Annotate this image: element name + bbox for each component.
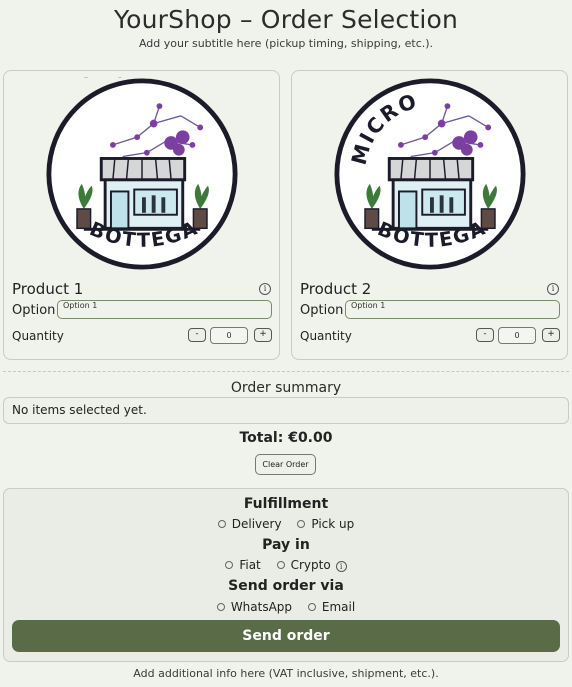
product-name: Product 1 [12,280,84,298]
order-total: Total: €0.00 [239,430,333,446]
info-icon[interactable]: i [259,283,271,295]
radio-circle-icon [276,561,285,569]
order-summary-title: Order summary [230,380,342,396]
crypto-label: Crypto [290,558,331,572]
page-title: YourShop – Order Selection [113,5,459,34]
order-summary-box: No items selected yet. [3,397,569,424]
fulfillment-options: Delivery Pick up [4,517,568,531]
info-icon[interactable]: i [335,561,347,572]
radio-circle-icon [217,520,226,528]
increment-button[interactable]: + [542,328,560,342]
radio-circle-icon [307,603,316,611]
option-select[interactable]: Option 1 [345,300,560,319]
pay-in-options: Fiat Crypto i [4,558,568,572]
quantity-input[interactable]: 0 [210,327,248,344]
quantity-label: Quantity [12,329,64,343]
decrement-button[interactable]: - [188,328,206,342]
send-via-title: Send order via [228,578,344,594]
page-header: YourShop – Order Selection Add your subt… [0,0,572,50]
product-name: Product 2 [300,280,372,298]
logo-text-top: MICRO [45,77,130,82]
email-label: Email [321,600,356,614]
quantity-label: Quantity [300,329,352,343]
send-via-options: WhatsApp Email [4,600,568,614]
micro-bottega-logo: MICRO BOTTEGA [334,78,526,270]
fulfillment-title: Fulfillment [243,496,329,512]
fiat-radio[interactable]: Fiat [225,558,261,572]
increment-button[interactable]: + [254,328,272,342]
radio-circle-icon [297,520,306,528]
checkout-panel: Fulfillment Delivery Pick up Pay in Fiat… [3,488,569,662]
option-value: Option 1 [351,301,386,310]
micro-bottega-logo: MICRO BOTTEGA [45,77,238,270]
send-order-button[interactable]: Send order [12,620,560,652]
whatsapp-radio[interactable]: WhatsApp [216,600,293,614]
crypto-radio[interactable]: Crypto i [276,558,347,572]
product-card: MICRO BOTTEGA [3,70,280,360]
radio-circle-icon [216,603,225,611]
delivery-label: Delivery [231,517,282,531]
pay-in-title: Pay in [262,537,310,553]
option-label: Option [12,303,56,318]
option-select[interactable]: Option 1 [57,300,272,319]
product-card: MICRO BOTTEGA [291,70,568,360]
delivery-radio[interactable]: Delivery [217,517,282,531]
radio-circle-icon [225,561,234,569]
email-radio[interactable]: Email [307,600,356,614]
fiat-label: Fiat [239,558,261,572]
option-label: Option [300,303,344,318]
info-icon[interactable]: i [547,283,559,295]
whatsapp-label: WhatsApp [230,600,293,614]
product-grid: MICRO BOTTEGA [3,70,569,360]
section-divider [3,371,569,372]
option-value: Option 1 [63,301,98,310]
decrement-button[interactable]: - [476,328,494,342]
quantity-input[interactable]: 0 [498,327,536,344]
quantity-stepper: - 0 + [188,327,272,344]
pickup-radio[interactable]: Pick up [297,517,354,531]
quantity-stepper: - 0 + [476,327,560,344]
footer-note: Add additional info here (VAT inclusive,… [133,667,439,680]
page-subtitle: Add your subtitle here (pickup timing, s… [138,37,434,50]
clear-order-button[interactable]: Clear Order [255,454,316,475]
pickup-label: Pick up [311,517,355,531]
